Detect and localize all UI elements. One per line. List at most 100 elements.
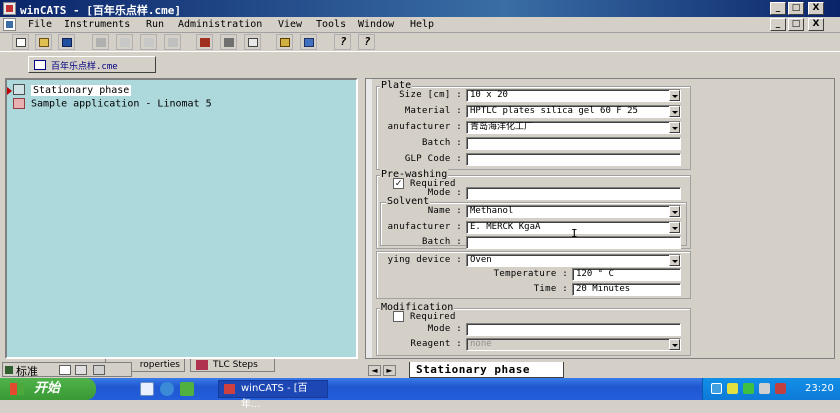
reagent-label: Reagent : bbox=[410, 339, 462, 349]
time-input[interactable]: 20 Minutes bbox=[572, 283, 681, 296]
redo-icon[interactable] bbox=[140, 34, 157, 50]
internet-explorer-icon[interactable] bbox=[160, 382, 174, 396]
reagent-select[interactable]: none bbox=[466, 338, 681, 351]
ime-mode-label[interactable]: 标准 bbox=[16, 363, 38, 379]
punctuation-icon[interactable] bbox=[75, 365, 87, 375]
menu-tools[interactable]: Tools bbox=[316, 19, 346, 30]
glp-code-input[interactable] bbox=[466, 153, 681, 166]
network-icon[interactable] bbox=[711, 383, 722, 394]
material-select[interactable]: HPTLC plates silica gel 60 F 25 bbox=[466, 105, 681, 118]
taskbar: 开始 winCATS - [百年... 23:20 bbox=[0, 378, 840, 410]
plate-manufacturer-dropdown-icon[interactable] bbox=[669, 122, 680, 133]
print-preview-icon[interactable] bbox=[244, 34, 261, 50]
plate-batch-input[interactable] bbox=[466, 137, 681, 150]
tree-item-label: Stationary phase bbox=[31, 84, 132, 96]
temperature-input[interactable]: 120 ° C bbox=[572, 268, 681, 281]
reagent-dropdown-icon[interactable] bbox=[669, 339, 680, 350]
paste-icon[interactable] bbox=[164, 34, 181, 50]
tree-item-stationary-phase[interactable]: Stationary phase bbox=[7, 84, 132, 96]
volume-icon[interactable] bbox=[759, 383, 770, 394]
time-label: Time : bbox=[533, 284, 568, 294]
maximize-button[interactable]: □ bbox=[788, 2, 804, 15]
prewashing-mode-input[interactable] bbox=[466, 187, 681, 200]
window-title: winCATS - [百年乐点样.cme] bbox=[20, 4, 181, 17]
solvent-name-dropdown-icon[interactable] bbox=[669, 206, 680, 217]
size-dropdown-icon[interactable] bbox=[669, 90, 680, 101]
media-player-icon[interactable] bbox=[180, 382, 194, 396]
stationary-phase-icon bbox=[13, 84, 25, 95]
taskbar-item-wincats[interactable]: winCATS - [百年... bbox=[218, 380, 328, 410]
toolbar: ? ? bbox=[0, 33, 840, 51]
document-tab-label: 百年乐点样.cme bbox=[51, 62, 118, 72]
solvent-name-select[interactable]: Methanol bbox=[466, 205, 681, 218]
menu-instruments[interactable]: Instruments bbox=[64, 19, 130, 30]
new-icon[interactable] bbox=[12, 34, 29, 50]
context-help-icon[interactable]: ? bbox=[358, 34, 375, 50]
doc-restore-button[interactable]: □ bbox=[788, 18, 804, 31]
modification-mode-input[interactable] bbox=[466, 323, 681, 336]
start-button[interactable]: 开始 bbox=[0, 378, 96, 400]
minimize-button[interactable]: _ bbox=[770, 2, 786, 15]
plate-manufacturer-value: 青岛海洋化工厂 bbox=[470, 122, 534, 132]
plate-manufacturer-select[interactable]: 青岛海洋化工厂 bbox=[466, 121, 681, 134]
solvent-manufacturer-dropdown-icon[interactable] bbox=[669, 222, 680, 233]
ime-toolbar[interactable]: 标准 bbox=[2, 362, 132, 379]
document-menu-icon[interactable] bbox=[3, 18, 16, 31]
menu-bar: File Instruments Run Administration View… bbox=[0, 17, 840, 33]
instrument-icon[interactable] bbox=[196, 34, 213, 50]
title-bar[interactable]: winCATS - [百年乐点样.cme] _ □ X bbox=[0, 0, 840, 17]
document-icon bbox=[34, 60, 46, 70]
tray-app-icon[interactable] bbox=[727, 383, 738, 394]
drying-device-label: ying device : bbox=[387, 255, 462, 265]
solvent-batch-label: Batch : bbox=[421, 237, 462, 247]
material-value: HPTLC plates silica gel 60 F 25 bbox=[470, 106, 638, 116]
menu-run[interactable]: Run bbox=[146, 19, 164, 30]
ime-logo-icon bbox=[5, 366, 13, 374]
document-tab-row: 百年乐点样.cme bbox=[0, 51, 840, 75]
copy-icon[interactable] bbox=[116, 34, 133, 50]
menu-help[interactable]: Help bbox=[410, 19, 434, 30]
app-icon[interactable] bbox=[3, 2, 16, 15]
doc-close-button[interactable]: X bbox=[808, 18, 824, 31]
reagent-value: none bbox=[470, 339, 492, 349]
print-icon[interactable] bbox=[220, 34, 237, 50]
method-tree[interactable]: Stationary phase Sample application - Li… bbox=[5, 78, 358, 359]
tab-scroll-right-icon[interactable]: ► bbox=[383, 365, 396, 376]
plate-manufacturer-label: anufacturer : bbox=[387, 122, 462, 132]
calculator-icon[interactable] bbox=[276, 34, 293, 50]
menu-file[interactable]: File bbox=[28, 19, 52, 30]
save-icon[interactable] bbox=[58, 34, 75, 50]
drying-device-select[interactable]: Oven bbox=[466, 254, 681, 267]
system-tray: 23:20 bbox=[702, 378, 840, 400]
clock[interactable]: 23:20 bbox=[805, 383, 834, 394]
tab-stationary-phase[interactable]: Stationary phase bbox=[409, 362, 564, 378]
tree-item-label: Sample application - Linomat 5 bbox=[31, 98, 212, 110]
modification-required-checkbox[interactable] bbox=[393, 311, 404, 322]
security-icon[interactable] bbox=[743, 383, 754, 394]
splitter[interactable] bbox=[366, 79, 372, 358]
menu-administration[interactable]: Administration bbox=[178, 19, 262, 30]
menu-view[interactable]: View bbox=[278, 19, 302, 30]
help-icon[interactable]: ? bbox=[334, 34, 351, 50]
tab-scroll-left-icon[interactable]: ◄ bbox=[368, 365, 381, 376]
material-dropdown-icon[interactable] bbox=[669, 106, 680, 117]
doc-minimize-button[interactable]: _ bbox=[770, 18, 786, 31]
tree-item-sample-application[interactable]: Sample application - Linomat 5 bbox=[13, 98, 212, 110]
close-button[interactable]: X bbox=[808, 2, 824, 15]
document-tab[interactable]: 百年乐点样.cme bbox=[28, 56, 156, 73]
size-select[interactable]: 10 x 20 bbox=[466, 89, 681, 102]
material-label: Material : bbox=[404, 106, 462, 116]
keyboard-icon[interactable] bbox=[93, 365, 105, 375]
show-desktop-icon[interactable] bbox=[140, 382, 154, 396]
solvent-manufacturer-value: E. MERCK KgaA bbox=[470, 222, 541, 232]
drying-device-dropdown-icon[interactable] bbox=[669, 255, 680, 266]
menu-window[interactable]: Window bbox=[358, 19, 394, 30]
solvent-name-label: Name : bbox=[427, 206, 462, 216]
plate-batch-label: Batch : bbox=[421, 138, 462, 148]
window-layout-icon[interactable] bbox=[300, 34, 317, 50]
tab-tlc-steps[interactable]: TLC Steps bbox=[190, 359, 275, 372]
open-icon[interactable] bbox=[35, 34, 52, 50]
tray-warning-icon[interactable] bbox=[775, 383, 786, 394]
cut-icon[interactable] bbox=[92, 34, 109, 50]
moon-icon[interactable] bbox=[59, 365, 71, 375]
